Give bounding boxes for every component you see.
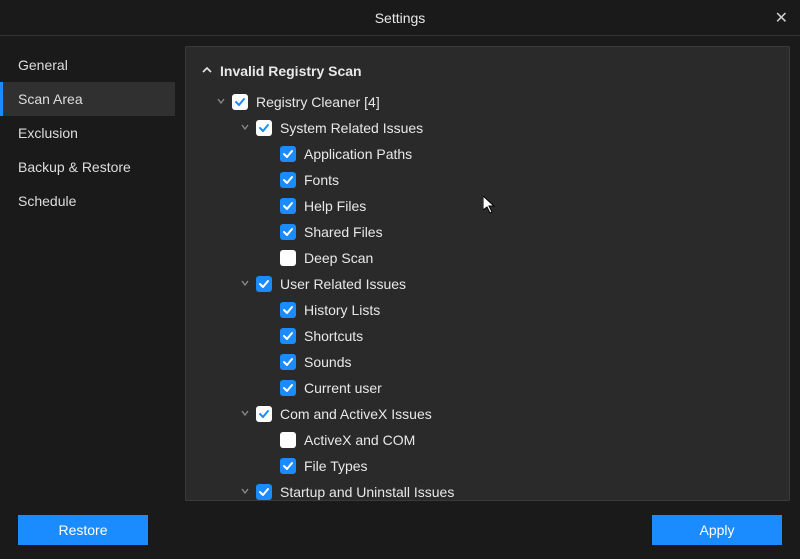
checkbox[interactable] xyxy=(280,432,296,448)
tree: Registry Cleaner [4] System Related Issue… xyxy=(196,89,785,500)
tree-row: Application Paths xyxy=(196,141,785,167)
tree-label[interactable]: Current user xyxy=(304,380,382,396)
tree-label[interactable]: Deep Scan xyxy=(304,250,373,266)
checkbox[interactable] xyxy=(280,458,296,474)
tree-label[interactable]: User Related Issues xyxy=(280,276,406,292)
checkbox[interactable] xyxy=(280,172,296,188)
chevron-up-icon xyxy=(200,64,214,78)
tree-label[interactable]: Sounds xyxy=(304,354,351,370)
sidebar-item-backup-restore[interactable]: Backup & Restore xyxy=(0,150,175,184)
checkbox[interactable] xyxy=(256,120,272,136)
close-icon[interactable]: ✕ xyxy=(775,8,788,28)
tree-row: Help Files xyxy=(196,193,785,219)
checkbox[interactable] xyxy=(232,94,248,110)
checkbox[interactable] xyxy=(256,484,272,500)
tree-row: Fonts xyxy=(196,167,785,193)
titlebar: Settings ✕ xyxy=(0,0,800,36)
checkbox[interactable] xyxy=(280,328,296,344)
checkbox[interactable] xyxy=(280,354,296,370)
tree-row: Shortcuts xyxy=(196,323,785,349)
checkbox[interactable] xyxy=(280,146,296,162)
settings-window: Settings ✕ GeneralScan AreaExclusionBack… xyxy=(0,0,800,559)
tree-row: File Types xyxy=(196,453,785,479)
tree-label[interactable]: History Lists xyxy=(304,302,380,318)
checkbox[interactable] xyxy=(280,380,296,396)
tree-row: Com and ActiveX Issues xyxy=(196,401,785,427)
tree-row: History Lists xyxy=(196,297,785,323)
checkbox[interactable] xyxy=(256,276,272,292)
checkbox[interactable] xyxy=(256,406,272,422)
tree-label[interactable]: File Types xyxy=(304,458,368,474)
checkbox[interactable] xyxy=(280,250,296,266)
expander-icon[interactable] xyxy=(214,97,228,108)
tree-label[interactable]: Fonts xyxy=(304,172,339,188)
tree-label[interactable]: ActiveX and COM xyxy=(304,432,415,448)
tree-label[interactable]: Com and ActiveX Issues xyxy=(280,406,432,422)
tree-label[interactable]: Help Files xyxy=(304,198,366,214)
sidebar-item-general[interactable]: General xyxy=(0,48,175,82)
tree-row: Deep Scan xyxy=(196,245,785,271)
expander-icon[interactable] xyxy=(238,123,252,134)
sidebar-item-schedule[interactable]: Schedule xyxy=(0,184,175,218)
tree-row: Sounds xyxy=(196,349,785,375)
tree-label[interactable]: System Related Issues xyxy=(280,120,423,136)
tree-row: User Related Issues xyxy=(196,271,785,297)
tree-row: System Related Issues xyxy=(196,115,785,141)
tree-row: Registry Cleaner [4] xyxy=(196,89,785,115)
footer: Restore Apply xyxy=(0,501,800,559)
checkbox[interactable] xyxy=(280,302,296,318)
sidebar-item-scan-area[interactable]: Scan Area xyxy=(0,82,175,116)
apply-button[interactable]: Apply xyxy=(652,515,782,545)
expander-icon[interactable] xyxy=(238,409,252,420)
tree-row: Startup and Uninstall Issues xyxy=(196,479,785,500)
content-panel: Invalid Registry Scan Registry Cleaner [… xyxy=(185,46,790,501)
checkbox[interactable] xyxy=(280,224,296,240)
content-wrap: Invalid Registry Scan Registry Cleaner [… xyxy=(175,36,800,501)
tree-row: Shared Files xyxy=(196,219,785,245)
window-title: Settings xyxy=(375,10,426,26)
checkbox[interactable] xyxy=(280,198,296,214)
tree-label[interactable]: Startup and Uninstall Issues xyxy=(280,484,454,500)
expander-icon[interactable] xyxy=(238,487,252,498)
restore-button[interactable]: Restore xyxy=(18,515,148,545)
tree-label[interactable]: Shortcuts xyxy=(304,328,363,344)
body: GeneralScan AreaExclusionBackup & Restor… xyxy=(0,36,800,501)
tree-row: ActiveX and COM xyxy=(196,427,785,453)
tree-label[interactable]: Shared Files xyxy=(304,224,383,240)
group-header[interactable]: Invalid Registry Scan xyxy=(196,57,785,89)
tree-scroll[interactable]: Invalid Registry Scan Registry Cleaner [… xyxy=(186,47,789,500)
expander-icon[interactable] xyxy=(238,279,252,290)
tree-label[interactable]: Registry Cleaner [4] xyxy=(256,94,380,110)
sidebar-item-exclusion[interactable]: Exclusion xyxy=(0,116,175,150)
tree-label[interactable]: Application Paths xyxy=(304,146,412,162)
group-label: Invalid Registry Scan xyxy=(220,63,362,79)
sidebar: GeneralScan AreaExclusionBackup & Restor… xyxy=(0,36,175,501)
tree-row: Current user xyxy=(196,375,785,401)
